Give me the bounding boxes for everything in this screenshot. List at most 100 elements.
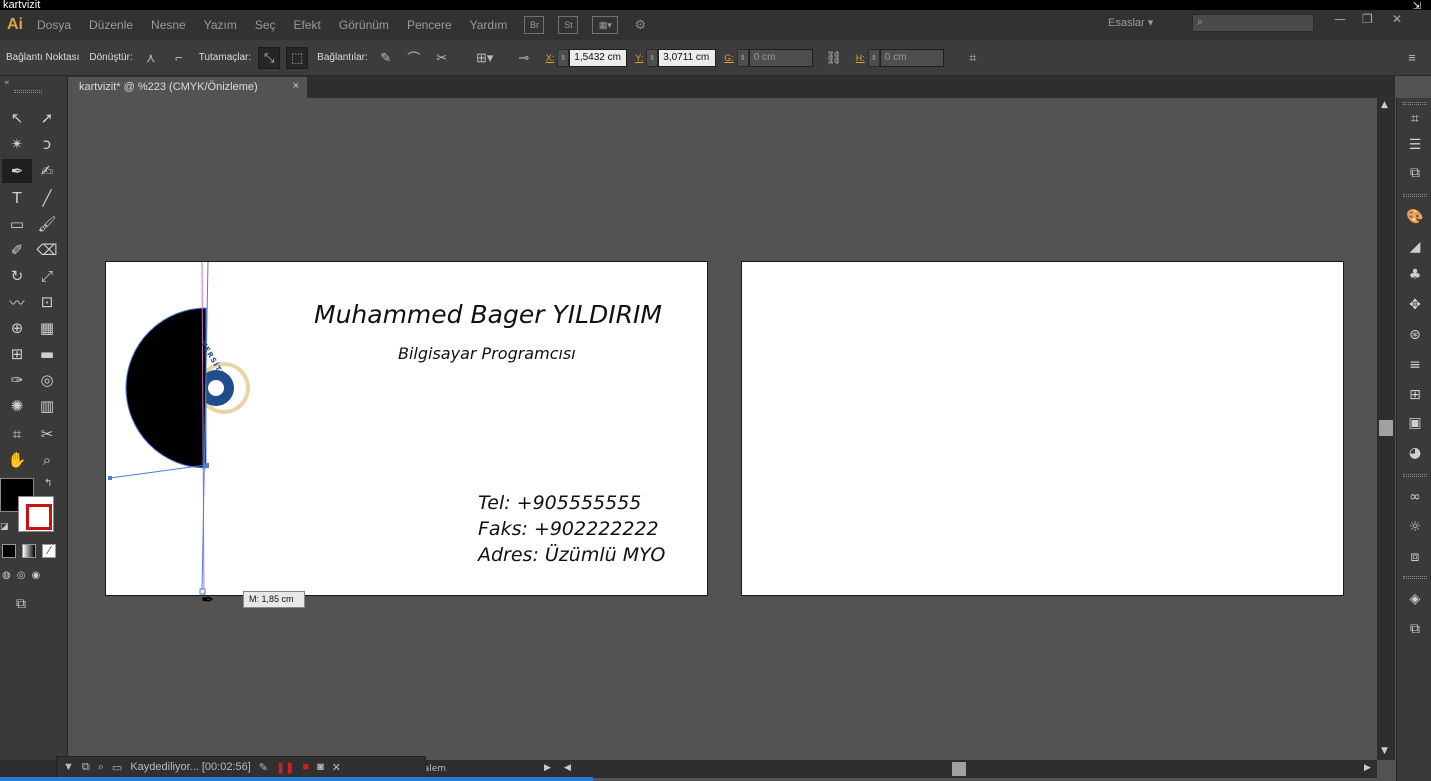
eraser-tool-icon[interactable]: ⌫: [32, 238, 62, 262]
menu-nesne[interactable]: Nesne: [142, 18, 195, 32]
magic-wand-tool-icon[interactable]: ✴: [2, 132, 32, 156]
toolbox-grip[interactable]: [14, 90, 42, 93]
minimize-icon[interactable]: —: [1334, 12, 1346, 26]
scroll-down-icon[interactable]: ▼: [1381, 746, 1388, 756]
column-graph-tool-icon[interactable]: ▥: [32, 394, 62, 418]
symbols-panel-icon[interactable]: ⊛: [1406, 326, 1424, 344]
rec-pause-icon[interactable]: ❚❚: [276, 761, 294, 774]
workspace-switcher[interactable]: Esaslar ▾: [1108, 16, 1153, 29]
collapse-icon[interactable]: «: [4, 78, 10, 88]
scale-tool-icon[interactable]: ⤢: [32, 264, 62, 288]
panel-menu-icon[interactable]: ≡: [1401, 47, 1423, 69]
rec-close-icon[interactable]: ✕: [332, 761, 341, 774]
selection-tool-icon[interactable]: ↖: [2, 106, 32, 130]
y-stepper-icon[interactable]: ⇕: [646, 48, 659, 67]
scroll-right-icon[interactable]: ▶: [1364, 763, 1371, 773]
tab-close-icon[interactable]: ×: [293, 80, 299, 92]
symbol-sprayer-tool-icon[interactable]: ✺: [2, 394, 32, 418]
color-mode-icon[interactable]: [2, 544, 16, 558]
x-field[interactable]: 1,5432 cm: [569, 48, 628, 67]
menu-dosya[interactable]: Dosya: [28, 18, 80, 32]
card-fax[interactable]: Faks: +902222222: [478, 518, 659, 540]
blend-tool-icon[interactable]: ◎: [32, 368, 62, 392]
eyedropper-tool-icon[interactable]: ✑: [2, 368, 32, 392]
none-mode-icon[interactable]: ⁄: [42, 544, 56, 558]
artboard-front[interactable]: Muhammed Bager YILDIRIM Bilgisayar Progr…: [105, 261, 708, 596]
shaper-tool-icon[interactable]: ✐: [2, 238, 32, 262]
screen-mode-icon[interactable]: ⧉: [16, 596, 26, 612]
transparency-panel-icon[interactable]: ◕: [1406, 444, 1424, 462]
line-tool-icon[interactable]: ╱: [32, 186, 62, 210]
swap-colors-icon[interactable]: ↰: [44, 478, 52, 489]
menu-pencere[interactable]: Pencere: [398, 18, 461, 32]
stroke-color-swatch[interactable]: [18, 496, 54, 532]
artboards-panel-icon[interactable]: ⧉: [1406, 620, 1424, 638]
free-transform-tool-icon[interactable]: ⊡: [32, 290, 62, 314]
scroll-up-icon[interactable]: ▲: [1381, 100, 1388, 110]
horizontal-scrollbar[interactable]: ◀ ▶: [560, 760, 1377, 778]
align-panel-icon[interactable]: ☰: [1406, 136, 1424, 154]
menu-yazim[interactable]: Yazım: [195, 18, 246, 32]
h-field[interactable]: 0 cm: [879, 48, 944, 67]
layers-panel-icon[interactable]: ◈: [1406, 590, 1424, 608]
rec-screen-icon[interactable]: ▭: [112, 761, 122, 774]
rec-stop-icon[interactable]: ■: [302, 761, 309, 773]
menu-sec[interactable]: Seç: [246, 18, 285, 32]
menu-efekt[interactable]: Efekt: [285, 18, 330, 32]
transform-icon[interactable]: ⌗: [962, 47, 984, 69]
lasso-tool-icon[interactable]: ↄ: [32, 132, 62, 156]
draw-inside-icon[interactable]: ◉: [31, 570, 40, 586]
x-stepper-icon[interactable]: ⇕: [557, 48, 570, 67]
zoom-tool-icon[interactable]: ⌕: [32, 448, 62, 472]
gpu-performance-icon[interactable]: ⚙: [634, 18, 646, 33]
card-name[interactable]: Muhammed Bager YILDIRIM: [314, 300, 662, 329]
mesh-tool-icon[interactable]: ⊞: [2, 342, 32, 366]
shape-builder-tool-icon[interactable]: ⊕: [2, 316, 32, 340]
gradient-mode-icon[interactable]: [22, 544, 36, 558]
rec-camera-icon[interactable]: ◙: [317, 761, 324, 773]
direct-selection-tool-icon[interactable]: ➚: [32, 106, 62, 130]
dock-grip-2[interactable]: [1403, 194, 1427, 197]
show-handles-icon[interactable]: ⤡: [258, 46, 281, 69]
semicircle-shape[interactable]: [125, 307, 207, 469]
search-input[interactable]: ⌕: [1192, 14, 1314, 32]
artboard-back[interactable]: [741, 261, 1344, 596]
card-tel[interactable]: Tel: +905555555: [478, 492, 641, 514]
dock-grip-1[interactable]: [1403, 102, 1427, 105]
hand-tool-icon[interactable]: ✋: [2, 448, 32, 472]
w-stepper-icon[interactable]: ⇕: [736, 48, 749, 67]
curvature-tool-icon[interactable]: ✍: [32, 159, 62, 183]
close-icon[interactable]: ✕: [1392, 12, 1402, 26]
color-guide-panel-icon[interactable]: ◢: [1406, 238, 1424, 256]
cc-libraries-icon[interactable]: ∞: [1406, 488, 1424, 506]
dock-grip-4[interactable]: [1403, 576, 1427, 579]
stock-button[interactable]: St: [558, 16, 579, 34]
y-field[interactable]: 3,0711 cm: [658, 48, 717, 67]
restore-icon[interactable]: ❐: [1362, 12, 1373, 26]
swatches-panel-icon[interactable]: ♣: [1406, 266, 1424, 284]
menu-yardim[interactable]: Yardım: [461, 18, 517, 32]
vertical-scroll-thumb[interactable]: [1379, 420, 1393, 436]
grid-panel-icon[interactable]: ⊞: [1406, 386, 1424, 404]
reference-point-icon[interactable]: ⊸: [513, 47, 535, 69]
transform-panel-icon[interactable]: ⌗: [1406, 110, 1424, 128]
rec-zoom-icon[interactable]: ⌕: [98, 761, 104, 774]
document-tab[interactable]: kartvizit* @ %223 (CMYK/Önizleme) ×: [69, 77, 307, 98]
rotate-tool-icon[interactable]: ↻: [2, 264, 32, 288]
perspective-grid-tool-icon[interactable]: ▦: [32, 316, 62, 340]
card-address[interactable]: Adres: Üzümlü MYO: [478, 544, 665, 566]
dock-grip-3[interactable]: [1403, 474, 1427, 477]
brushes-panel-icon[interactable]: ✥: [1406, 296, 1424, 314]
rec-pen-icon[interactable]: ✎: [259, 761, 268, 774]
w-field[interactable]: 0 cm: [748, 48, 813, 67]
bridge-button[interactable]: Br: [524, 16, 545, 34]
menu-gorunum[interactable]: Görünüm: [330, 18, 398, 32]
canvas[interactable]: Muhammed Bager YILDIRIM Bilgisayar Progr…: [69, 98, 1377, 760]
convert-corner-icon[interactable]: ⋏: [140, 47, 162, 69]
paintbrush-tool-icon[interactable]: 🖌: [32, 212, 62, 236]
rec-menu-icon[interactable]: ▼: [63, 761, 74, 773]
h-stepper-icon[interactable]: ⇕: [867, 48, 880, 67]
gradient-tool-icon[interactable]: ▬: [32, 342, 62, 366]
status-arrow-icon[interactable]: ▶: [544, 763, 551, 773]
appearance-panel-icon[interactable]: ☼: [1406, 518, 1424, 536]
